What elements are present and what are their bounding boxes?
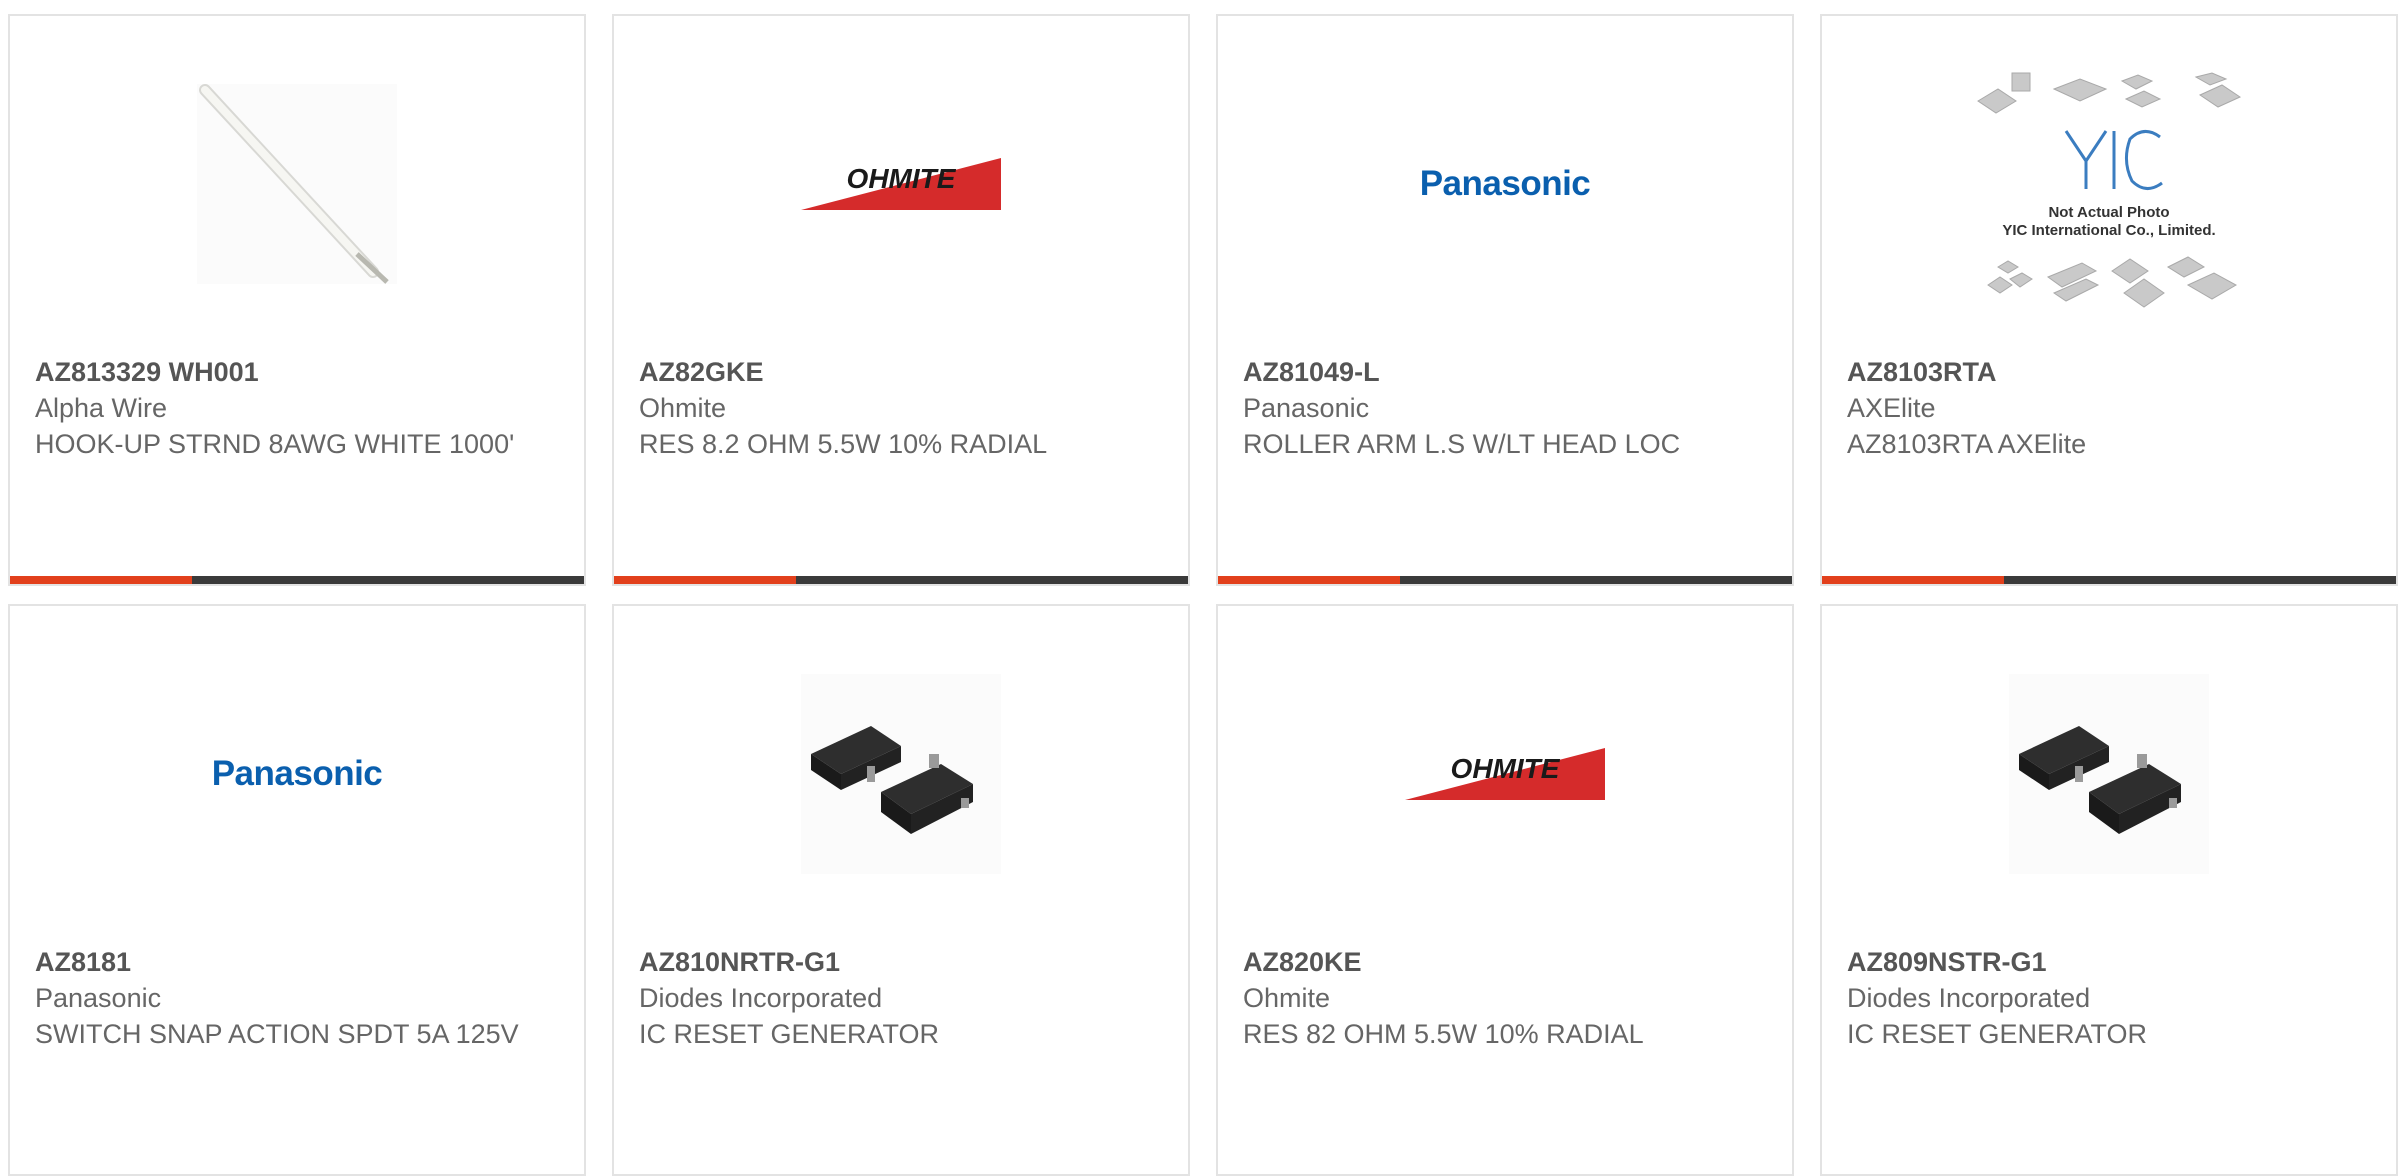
product-image[interactable] bbox=[10, 64, 584, 304]
part-number[interactable]: AZ81049-L bbox=[1243, 354, 1767, 390]
description: ROLLER ARM L.S W/LT HEAD LOC bbox=[1243, 429, 1681, 459]
card-bottom-bar bbox=[614, 576, 1188, 584]
card-bottom-bar bbox=[1822, 576, 2396, 584]
logo-text: OHMITE bbox=[1451, 753, 1561, 784]
panasonic-logo-icon: Panasonic bbox=[1419, 164, 1591, 203]
product-card[interactable]: Panasonic AZ81049-L Panasonic ROLLER ARM… bbox=[1216, 14, 1794, 586]
product-grid: AZ813329 WH001 Alpha Wire HOOK-UP STRND … bbox=[8, 14, 2398, 1176]
description: RES 82 OHM 5.5W 10% RADIAL bbox=[1243, 1019, 1644, 1049]
part-number[interactable]: AZ8181 bbox=[35, 944, 559, 980]
not-actual-photo-icon: Not Actual Photo YIC International Co., … bbox=[1977, 72, 2242, 308]
card-accent bbox=[1822, 576, 2004, 584]
part-number[interactable]: AZ82GKE bbox=[639, 354, 1163, 390]
product-card[interactable]: AZ809NSTR-G1 Diodes Incorporated IC RESE… bbox=[1820, 604, 2398, 1176]
product-image[interactable] bbox=[614, 654, 1188, 894]
product-card[interactable]: OHMITE AZ820KE Ohmite RES 82 OHM 5.5W 10… bbox=[1216, 604, 1794, 1176]
panasonic-logo-icon: Panasonic bbox=[211, 754, 383, 793]
manufacturer: Panasonic bbox=[1243, 393, 1370, 423]
manufacturer: Panasonic bbox=[35, 983, 162, 1013]
description: IC RESET GENERATOR bbox=[1847, 1019, 2148, 1049]
placeholder-text-2: YIC International Co., Limited. bbox=[2002, 222, 2215, 239]
product-image[interactable]: OHMITE bbox=[1218, 654, 1792, 894]
logo-text: OHMITE bbox=[847, 163, 957, 194]
manufacturer: AXElite bbox=[1847, 393, 1936, 423]
card-accent bbox=[1218, 576, 1400, 584]
product-card[interactable]: Panasonic AZ8181 Panasonic SWITCH SNAP A… bbox=[8, 604, 586, 1176]
manufacturer: Ohmite bbox=[1243, 983, 1331, 1013]
product-card[interactable]: AZ810NRTR-G1 Diodes Incorporated IC RESE… bbox=[612, 604, 1190, 1176]
description: SWITCH SNAP ACTION SPDT 5A 125V bbox=[35, 1019, 519, 1049]
card-accent bbox=[10, 576, 192, 584]
wire-image bbox=[197, 84, 397, 284]
product-image[interactable]: OHMITE bbox=[614, 64, 1188, 304]
product-card[interactable]: Not Actual Photo YIC International Co., … bbox=[1820, 14, 2398, 586]
part-number[interactable]: AZ820KE bbox=[1243, 944, 1767, 980]
product-image[interactable]: Panasonic bbox=[1218, 64, 1792, 304]
chip-image bbox=[801, 674, 1001, 874]
card-bottom-bar bbox=[1218, 576, 1792, 584]
ohmite-logo-icon: OHMITE bbox=[1405, 748, 1605, 800]
part-number[interactable]: AZ809NSTR-G1 bbox=[1847, 944, 2371, 980]
part-number[interactable]: AZ813329 WH001 bbox=[35, 354, 559, 390]
card-accent bbox=[614, 576, 796, 584]
product-image[interactable]: Panasonic bbox=[10, 654, 584, 894]
product-card[interactable]: OHMITE AZ82GKE Ohmite RES 8.2 OHM 5.5W 1… bbox=[612, 14, 1190, 586]
card-bottom-bar bbox=[10, 576, 584, 584]
description: AZ8103RTA AXElite bbox=[1847, 429, 2087, 459]
part-number[interactable]: AZ8103RTA bbox=[1847, 354, 2371, 390]
description: HOOK-UP STRND 8AWG WHITE 1000' bbox=[35, 429, 515, 459]
description: IC RESET GENERATOR bbox=[639, 1019, 940, 1049]
placeholder-text-1: Not Actual Photo bbox=[2048, 204, 2169, 221]
manufacturer: Alpha Wire bbox=[35, 393, 168, 423]
product-image[interactable]: Not Actual Photo YIC International Co., … bbox=[1822, 56, 2396, 326]
manufacturer: Ohmite bbox=[639, 393, 727, 423]
product-image[interactable] bbox=[1822, 654, 2396, 894]
part-number[interactable]: AZ810NRTR-G1 bbox=[639, 944, 1163, 980]
ohmite-logo-icon: OHMITE bbox=[801, 158, 1001, 210]
description: RES 8.2 OHM 5.5W 10% RADIAL bbox=[639, 429, 1048, 459]
chip-image bbox=[2009, 674, 2209, 874]
manufacturer: Diodes Incorporated bbox=[639, 983, 883, 1013]
product-card[interactable]: AZ813329 WH001 Alpha Wire HOOK-UP STRND … bbox=[8, 14, 586, 586]
manufacturer: Diodes Incorporated bbox=[1847, 983, 2091, 1013]
